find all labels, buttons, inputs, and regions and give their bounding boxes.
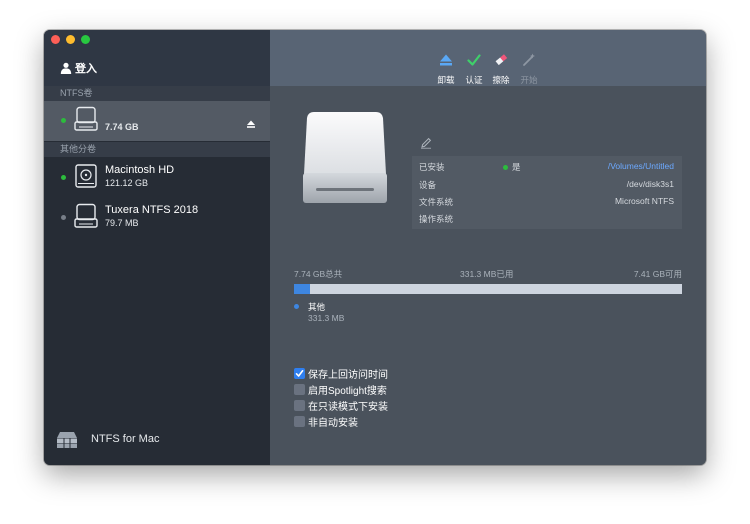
volume-row-tuxera[interactable]: Tuxera NTFS 2018 79.7 MB [44, 198, 270, 238]
filesystem-key: 文件系统 [419, 197, 454, 207]
eject-button[interactable]: 卸载 [432, 53, 460, 86]
info-row-os: 操作系统 [412, 210, 682, 227]
eject-icon [439, 53, 453, 72]
internal-drive-icon [74, 163, 98, 194]
zoom-window-button[interactable] [81, 35, 90, 44]
ntfs-logo-icon [56, 431, 78, 454]
mounted-status-dot [61, 175, 66, 180]
option-no-auto-mount[interactable]: 非自动安装 [294, 414, 358, 429]
minimize-window-button[interactable] [66, 35, 75, 44]
option-keep-access-time[interactable]: 保存上回访问时间 [294, 366, 388, 381]
eject-icon[interactable] [246, 116, 256, 134]
start-button[interactable]: 开始 [515, 53, 543, 86]
mount-path-link[interactable]: /Volumes/Untitled [608, 161, 674, 171]
section-header-other: 其他分卷 [44, 142, 270, 157]
external-drive-icon [74, 203, 98, 234]
mounted-key: 已安装 [419, 162, 445, 172]
filesystem-value: Microsoft NTFS [614, 196, 674, 206]
option-label: 在只读模式下安装 [308, 402, 388, 413]
verify-label: 认证 [465, 75, 483, 85]
sidebar: 登入 NTFS卷 7.74 GB 其他分卷 Macintosh HD 121.1… [44, 30, 270, 465]
checkmark-icon [295, 370, 304, 377]
eject-label: 卸载 [437, 75, 455, 85]
unmounted-status-dot [61, 215, 66, 220]
mounted-indicator: 是 [503, 161, 521, 173]
option-enable-spotlight[interactable]: 启用Spotlight搜索 [294, 382, 387, 397]
os-key: 操作系统 [419, 214, 454, 224]
app-window: 登入 NTFS卷 7.74 GB 其他分卷 Macintosh HD 121.1… [44, 30, 706, 465]
volume-name: Macintosh HD [105, 164, 175, 176]
option-label: 启用Spotlight搜索 [308, 386, 387, 397]
sidebar-header: 登入 [44, 30, 270, 86]
volume-size: 79.7 MB [105, 218, 139, 228]
erase-button[interactable]: 擦除 [487, 53, 515, 86]
app-name-label: NTFS for Mac [91, 433, 160, 445]
option-label: 非自动安装 [308, 418, 358, 429]
option-label: 保存上回访问时间 [308, 370, 388, 381]
volume-size: 7.74 GB [105, 122, 139, 132]
close-window-button[interactable] [51, 35, 60, 44]
volume-row-ntfs[interactable]: 7.74 GB [44, 101, 270, 141]
usage-bar-fill [294, 284, 311, 294]
login-label: 登入 [75, 63, 97, 75]
info-row-device: 设备 /dev/disk3s1 [412, 176, 682, 193]
volume-name: Tuxera NTFS 2018 [105, 204, 199, 216]
verify-button[interactable]: 认证 [460, 53, 488, 86]
free-capacity-label: 7.41 GB可用 [633, 269, 682, 279]
usage-bar [294, 284, 682, 294]
external-drive-large-icon [302, 110, 388, 211]
device-key: 设备 [419, 180, 437, 190]
volume-size: 121.12 GB [105, 178, 149, 188]
wand-icon [522, 53, 536, 72]
volume-row-macintosh-hd[interactable]: Macintosh HD 121.12 GB [44, 158, 270, 198]
used-capacity-label: 331.3 MB已用 [460, 269, 514, 279]
legend-label: 其他 [308, 302, 326, 312]
external-drive-icon [74, 106, 98, 137]
legend-dot [294, 304, 299, 309]
info-row-mounted: 已安装 是 /Volumes/Untitled [412, 158, 682, 175]
pencil-icon[interactable] [420, 136, 432, 154]
legend-size: 331.3 MB [308, 313, 345, 323]
checkmark-icon [467, 53, 481, 72]
eraser-icon [494, 53, 508, 72]
mounted-value: 是 [512, 162, 521, 172]
checkbox-unchecked[interactable] [294, 384, 305, 395]
volume-detail-panel: 已安装 是 /Volumes/Untitled 设备 /dev/disk3s1 … [270, 86, 706, 465]
login-button[interactable]: 登入 [60, 60, 97, 76]
user-icon [60, 62, 72, 74]
mounted-green-dot [503, 164, 508, 170]
sidebar-footer: NTFS for Mac [44, 423, 270, 465]
checkbox-unchecked[interactable] [294, 416, 305, 427]
erase-label: 擦除 [492, 75, 510, 85]
checkbox-checked[interactable] [294, 368, 305, 379]
start-label: 开始 [520, 75, 538, 85]
mounted-status-dot [61, 118, 66, 123]
toolbar: 卸载 认证 擦除 开始 [270, 30, 706, 86]
device-value: /dev/disk3s1 [626, 179, 674, 189]
info-row-filesystem: 文件系统 Microsoft NTFS [412, 193, 682, 210]
option-read-only-mount[interactable]: 在只读模式下安装 [294, 398, 388, 413]
checkbox-unchecked[interactable] [294, 400, 305, 411]
volume-info-panel: 已安装 是 /Volumes/Untitled 设备 /dev/disk3s1 … [412, 156, 682, 229]
section-header-ntfs: NTFS卷 [44, 86, 270, 101]
total-capacity-label: 7.74 GB总共 [294, 269, 343, 279]
